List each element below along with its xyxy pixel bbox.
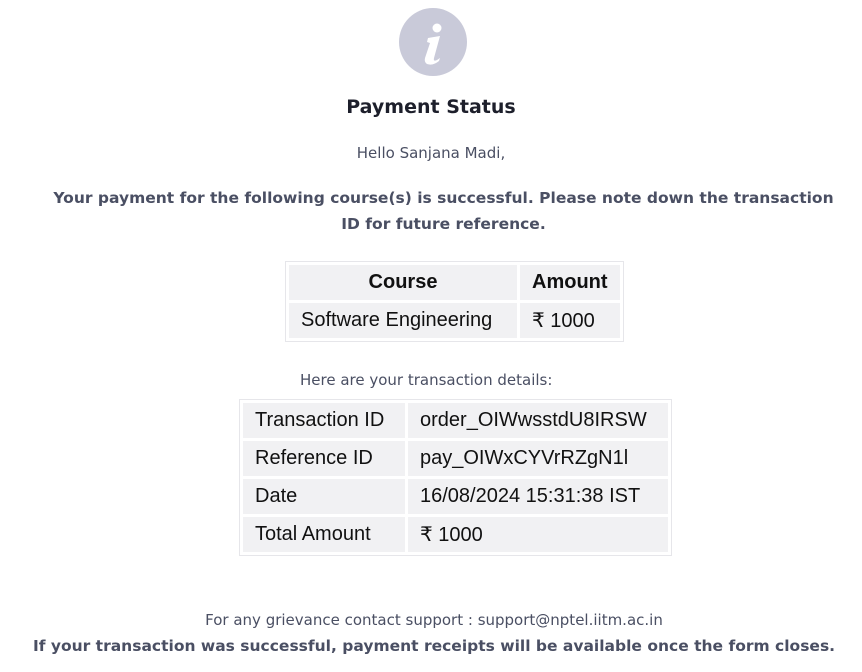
total-amount-label: Total Amount [243, 517, 405, 552]
reference-id-value: pay_OIWxCYVrRZgN1l [408, 441, 668, 476]
transaction-table: Transaction ID order_OIWwsstdU8IRSW Refe… [239, 399, 672, 556]
reference-id-label: Reference ID [243, 441, 405, 476]
transaction-id-value: order_OIWwsstdU8IRSW [408, 403, 668, 438]
table-header-row: Course Amount [289, 265, 620, 300]
course-table: Course Amount Software Engineering ₹ 100… [285, 261, 624, 342]
transaction-id-label: Transaction ID [243, 403, 405, 438]
info-icon [399, 8, 467, 76]
column-header-course: Course [289, 265, 517, 300]
date-label: Date [243, 479, 405, 514]
receipt-note: If your transaction was successful, paym… [32, 637, 836, 655]
date-value: 16/08/2024 15:31:38 IST [408, 479, 668, 514]
page-title: Payment Status [346, 96, 516, 118]
table-row: Software Engineering ₹ 1000 [289, 303, 620, 338]
course-amount-cell: ₹ 1000 [520, 303, 620, 338]
table-row: Transaction ID order_OIWwsstdU8IRSW [243, 403, 668, 438]
table-row: Date 16/08/2024 15:31:38 IST [243, 479, 668, 514]
course-name-cell: Software Engineering [289, 303, 517, 338]
support-contact-text: For any grievance contact support : supp… [205, 611, 663, 629]
table-row: Total Amount ₹ 1000 [243, 517, 668, 552]
total-amount-value: ₹ 1000 [408, 517, 668, 552]
transaction-details-intro: Here are your transaction details: [300, 371, 553, 389]
success-message: Your payment for the following course(s)… [53, 189, 834, 233]
table-row: Reference ID pay_OIWxCYVrRZgN1l [243, 441, 668, 476]
greeting-text: Hello Sanjana Madi, [356, 144, 506, 162]
column-header-amount: Amount [520, 265, 620, 300]
